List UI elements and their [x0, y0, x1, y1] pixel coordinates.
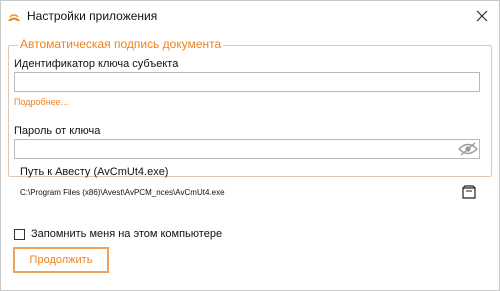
folder-open-icon	[462, 185, 476, 199]
remember-checkbox[interactable]	[14, 229, 25, 240]
remember-label: Запомнить меня на этом компьютере	[31, 228, 223, 240]
window-title: Настройки приложения	[27, 9, 158, 23]
more-info-link[interactable]: Подробнее...	[14, 97, 68, 107]
key-id-input[interactable]	[14, 72, 480, 92]
continue-button[interactable]: Продолжить	[13, 247, 109, 273]
key-id-label: Идентификатор ключа субъекта	[14, 58, 179, 70]
close-button[interactable]	[471, 5, 493, 27]
app-logo-icon	[6, 8, 22, 24]
show-password-button[interactable]	[456, 139, 480, 158]
group-title: Автоматическая подпись документа	[18, 37, 224, 51]
close-icon	[476, 10, 488, 22]
password-label: Пароль от ключа	[14, 125, 101, 137]
avest-path-label: Путь к Авесту (AvCmUt4.exe)	[20, 166, 169, 178]
password-input[interactable]	[14, 139, 480, 159]
eye-icon	[458, 142, 478, 155]
continue-label: Продолжить	[29, 254, 93, 266]
browse-button[interactable]	[460, 183, 478, 201]
avest-path-value: C:\Program Files (x86)\Avest\AvPCM_nces\…	[20, 188, 225, 197]
title-bar: Настройки приложения	[1, 1, 499, 31]
